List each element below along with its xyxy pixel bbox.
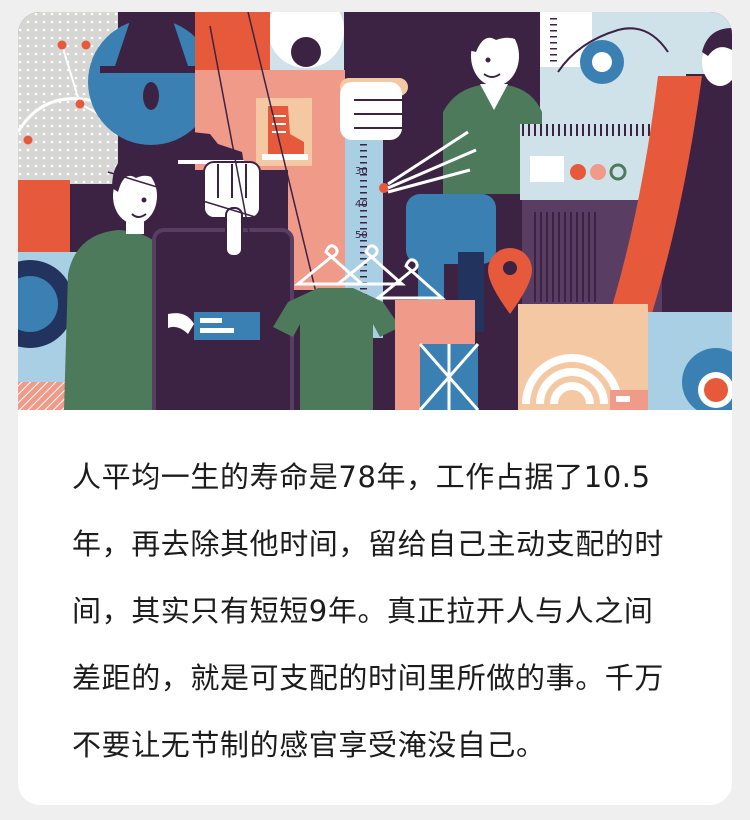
shoe-shelf	[178, 70, 345, 170]
quote-text: 人平均一生的寿命是78年，工作占据了10.5 年，再去除其他时间，留给自己主动支…	[18, 410, 732, 779]
hand-holding-ruler	[340, 82, 402, 140]
tablet-device	[152, 228, 294, 410]
ruler-label-30: 30	[355, 166, 368, 177]
quote-line: 人平均一生的寿命是78年，工作占据了10.5	[72, 460, 651, 494]
illustration: 30 40 50	[18, 12, 732, 410]
quote-line: 间，其实只有短短9年。真正拉开人与人之间	[72, 594, 654, 628]
left-coral-block	[18, 180, 70, 260]
quote-line: 不要让无节制的感官享受淹没自己。	[72, 728, 546, 762]
lattice-panel	[418, 343, 480, 410]
ruler-label-40: 40	[355, 199, 368, 210]
quote-line: 差距的，就是可支配的时间里所做的事。千万	[72, 661, 665, 695]
pink-wall	[288, 170, 346, 290]
quote-line: 年，再去除其他时间，留给自己主动支配的时	[72, 527, 665, 561]
quote-card: 30 40 50 人平均一生的寿命是78年，工作占据了10.5 年，再去除其他时…	[18, 12, 732, 805]
ruler-label-50: 50	[355, 230, 368, 241]
